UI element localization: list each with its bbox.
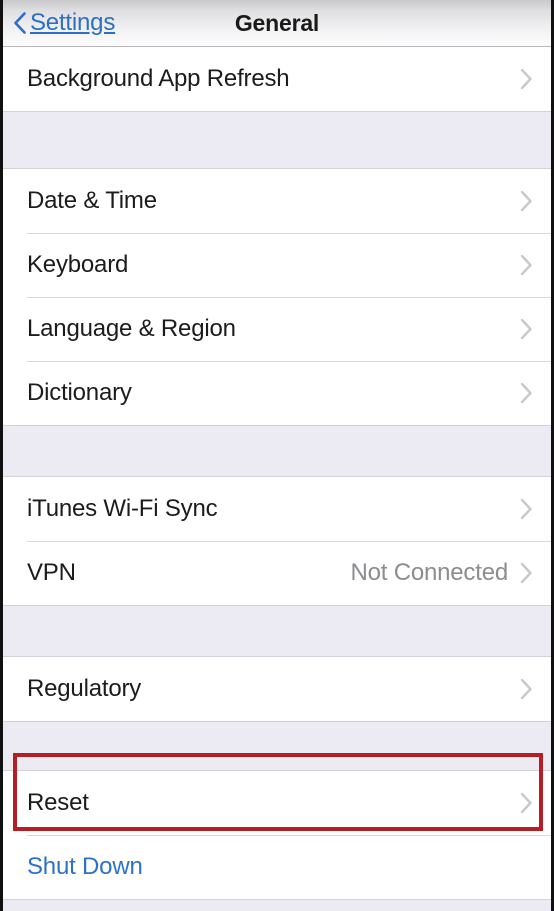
list-item-shut-down[interactable]: Shut Down	[3, 835, 551, 899]
chevron-right-icon	[520, 254, 532, 276]
list-item-label: Dictionary	[27, 379, 132, 406]
list-item-label: Keyboard	[27, 251, 129, 278]
iphone-settings-screen: Settings General Background App Refresh …	[0, 0, 554, 911]
chevron-right-icon	[520, 498, 532, 520]
chevron-right-icon	[520, 562, 532, 584]
list-item-label: Date & Time	[27, 187, 157, 214]
list-item-label: Reset	[27, 789, 89, 816]
settings-group-localization: Date & Time Keyboard Language & Region D…	[3, 168, 551, 426]
chevron-right-icon	[520, 678, 532, 700]
list-item-regulatory[interactable]: Regulatory	[3, 657, 551, 721]
navigation-bar: Settings General	[3, 0, 551, 47]
chevron-right-icon	[520, 792, 532, 814]
chevron-right-icon	[520, 68, 532, 90]
list-item-background-app-refresh[interactable]: Background App Refresh	[3, 47, 551, 111]
group-gap-2	[3, 426, 551, 476]
list-item-vpn[interactable]: VPN Not Connected	[3, 541, 551, 605]
group-gap-3	[3, 606, 551, 656]
list-item-label: Regulatory	[27, 675, 142, 702]
list-item-label: Background App Refresh	[27, 65, 290, 92]
group-gap-bottom	[3, 900, 551, 911]
settings-group-regulatory: Regulatory	[3, 656, 551, 722]
list-item-label: Shut Down	[27, 853, 143, 880]
chevron-right-icon	[520, 318, 532, 340]
settings-list: Background App Refresh Date & Time Keybo…	[3, 47, 551, 911]
list-item-dictionary[interactable]: Dictionary	[3, 361, 551, 425]
list-item-itunes-wifi-sync[interactable]: iTunes Wi-Fi Sync	[3, 477, 551, 541]
group-gap-4	[3, 722, 551, 770]
list-item-label: Language & Region	[27, 315, 236, 342]
settings-group-connectivity: iTunes Wi-Fi Sync VPN Not Connected	[3, 476, 551, 606]
list-item-language-region[interactable]: Language & Region	[3, 297, 551, 361]
page-title: General	[234, 10, 320, 36]
vpn-status-value: Not Connected	[350, 559, 508, 586]
settings-group-top: Background App Refresh	[3, 47, 551, 112]
list-item-date-time[interactable]: Date & Time	[3, 169, 551, 233]
list-item-label: VPN	[27, 559, 76, 586]
list-item-keyboard[interactable]: Keyboard	[3, 233, 551, 297]
list-item-reset[interactable]: Reset	[3, 771, 551, 835]
chevron-right-icon	[520, 382, 532, 404]
group-gap-1	[3, 112, 551, 168]
list-item-label: iTunes Wi-Fi Sync	[27, 495, 218, 522]
settings-group-reset: Reset Shut Down	[3, 770, 551, 900]
chevron-right-icon	[520, 190, 532, 212]
